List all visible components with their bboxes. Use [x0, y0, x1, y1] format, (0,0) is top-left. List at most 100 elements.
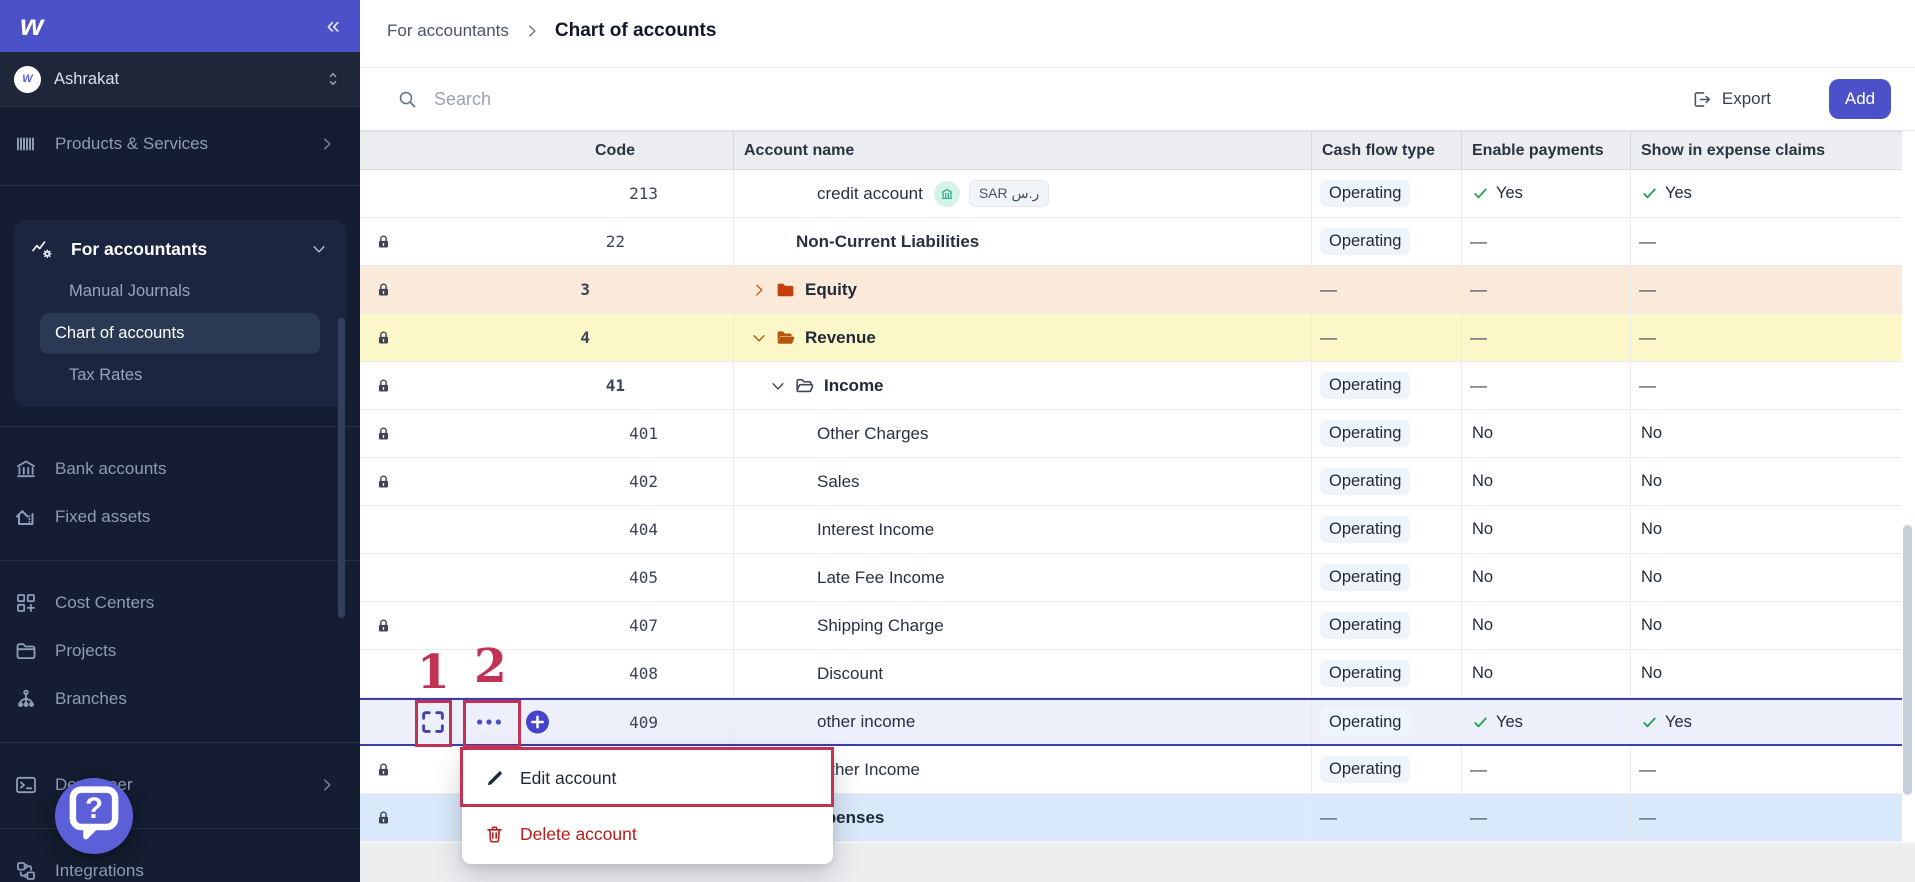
export-label: Export	[1722, 89, 1771, 109]
export-button[interactable]: Export	[1691, 89, 1771, 110]
avatar-initial: W	[22, 73, 32, 85]
value-yes: Yes	[1462, 713, 1523, 732]
column-header-show-in-expense-claims[interactable]: Show in expense claims	[1630, 132, 1902, 169]
sidebar-item-chart-of-accounts[interactable]: Chart of accounts	[40, 313, 320, 354]
sidebar-item-label: Fixed assets	[55, 507, 336, 527]
table-row-discount[interactable]: 408DiscountOperatingNoNo	[360, 650, 1902, 698]
check-icon	[1641, 185, 1658, 202]
sidebar-item-developer[interactable]: Developer	[0, 761, 360, 809]
column-header-account-name[interactable]: Account name	[733, 132, 1311, 169]
account-code: 407	[629, 616, 733, 635]
code-cell: 402	[360, 458, 733, 505]
sidebar-collapse-button[interactable]: «	[327, 14, 338, 38]
table-row-late-fee-income[interactable]: 405Late Fee IncomeOperatingNoNo	[360, 554, 1902, 602]
yes-label: Yes	[1665, 184, 1692, 203]
app-root: w « W Ashrakat Products & ServicesFor ac…	[0, 0, 1915, 882]
sidebar-item-projects[interactable]: Projects	[0, 627, 360, 675]
account-name: Revenue	[805, 328, 876, 348]
table-row-other-income[interactable]: 409other incomeOperatingYesYes	[360, 698, 1902, 746]
account-name-cell: Shipping Charge	[733, 602, 1311, 649]
account-code: 401	[629, 424, 733, 443]
check-icon	[1472, 185, 1489, 202]
cash-flow-value: Operating	[1320, 372, 1410, 399]
table-row-shipping-charge[interactable]: 407Shipping ChargeOperatingNoNo	[360, 602, 1902, 650]
no-label: No	[1641, 568, 1662, 587]
search-icon	[397, 89, 418, 110]
sidebar-item-integrations[interactable]: Integrations	[0, 847, 360, 882]
table-row-non-current-liabilities[interactable]: 22Non-Current LiabilitiesOperating——	[360, 218, 1902, 266]
annotation-marker-2: 2	[474, 643, 507, 690]
search-input[interactable]	[434, 89, 1691, 110]
sidebar-item-manual-journals[interactable]: Manual Journals	[14, 270, 346, 313]
add-button[interactable]: Add	[1829, 79, 1891, 119]
table-row-sales[interactable]: 402SalesOperatingNoNo	[360, 458, 1902, 506]
expense-claims-cell: Yes	[1630, 170, 1902, 217]
sidebar-item-label: Bank accounts	[55, 459, 336, 479]
bank-icon	[14, 457, 38, 481]
no-label: No	[1641, 520, 1662, 539]
code-cell: 404	[360, 506, 733, 553]
chevron-down-icon[interactable]	[769, 377, 787, 395]
help-button[interactable]: ?	[55, 778, 133, 854]
value-no: No	[1631, 424, 1662, 443]
check-icon	[1641, 714, 1658, 731]
chevron-down-icon[interactable]	[750, 329, 768, 347]
trash-icon	[484, 824, 505, 845]
cash-flow-value: Operating	[1320, 228, 1410, 255]
expense-claims-cell: —	[1630, 218, 1902, 265]
column-header-enable-payments[interactable]: Enable payments	[1461, 132, 1630, 169]
add-subaccount-button[interactable]	[525, 710, 550, 735]
table-scrollbar[interactable]	[1903, 525, 1912, 795]
sidebar-item-branches[interactable]: Branches	[0, 675, 360, 723]
table-row-credit-account[interactable]: 213credit accountSAR ر.سOperatingYesYes	[360, 170, 1902, 218]
value-no: No	[1462, 568, 1493, 587]
sidebar-item-fixed-assets[interactable]: Fixed assets	[0, 493, 360, 541]
yes-label: Yes	[1496, 713, 1523, 732]
sidebar-item-cost-centers[interactable]: Cost Centers	[0, 579, 360, 627]
sidebar-subitem-label: Tax Rates	[69, 366, 142, 385]
cash-flow-value: Operating	[1320, 612, 1410, 639]
column-header-code[interactable]: Code	[360, 132, 733, 169]
cash-flow-value: Operating	[1320, 660, 1410, 687]
account-name-cell: Discount	[733, 650, 1311, 697]
breadcrumb-parent[interactable]: For accountants	[387, 21, 509, 41]
folder-icon	[14, 639, 38, 663]
column-header-cash-flow-type[interactable]: Cash flow type	[1311, 132, 1461, 169]
toolbar: Export Add	[360, 68, 1915, 131]
cash-flow-cell: Operating	[1311, 554, 1461, 601]
svg-text:?: ?	[85, 792, 103, 824]
no-label: No	[1472, 424, 1493, 443]
account-name: Income	[824, 376, 884, 396]
chevron-right-icon	[318, 135, 336, 153]
table-row-interest-income[interactable]: 404Interest IncomeOperatingNoNo	[360, 506, 1902, 554]
table-row-income[interactable]: 41IncomeOperating——	[360, 362, 1902, 410]
workspace-switcher[interactable]: W Ashrakat	[0, 52, 360, 107]
annotation-box-expand	[415, 700, 452, 747]
code-cell: 22	[360, 218, 733, 265]
chevron-right-icon[interactable]	[750, 281, 768, 299]
sidebar-item-for-accountants[interactable]: For accountants	[14, 228, 346, 270]
lock-icon	[375, 761, 392, 778]
sidebar-item-bank-accounts[interactable]: Bank accounts	[0, 445, 360, 493]
sidebar-item-products-services[interactable]: Products & Services	[0, 122, 360, 166]
value-dash: —	[1462, 760, 1487, 780]
expense-claims-cell: —	[1630, 794, 1902, 841]
table-row-equity[interactable]: 3Equity———	[360, 266, 1902, 314]
branches-icon	[14, 687, 38, 711]
account-code: 405	[629, 568, 733, 587]
lock-icon	[375, 377, 392, 394]
value-dash: —	[1631, 328, 1656, 348]
enable-payments-cell: No	[1461, 458, 1630, 505]
sidebar-item-tax-rates[interactable]: Tax Rates	[14, 354, 346, 397]
barcode-icon	[14, 132, 38, 156]
cash-flow-cell: Operating	[1311, 218, 1461, 265]
account-name-cell: Income	[733, 362, 1311, 409]
avatar: W	[14, 66, 41, 93]
table-row-other-charges[interactable]: 401Other ChargesOperatingNoNo	[360, 410, 1902, 458]
sidebar-scrollbar[interactable]	[338, 318, 345, 618]
enable-payments-cell: —	[1461, 794, 1630, 841]
sidebar-item-label: Cost Centers	[55, 593, 336, 613]
context-menu-item-delete-account[interactable]: Delete account	[462, 806, 833, 862]
value-no: No	[1462, 424, 1493, 443]
table-row-revenue[interactable]: 4Revenue———	[360, 314, 1902, 362]
